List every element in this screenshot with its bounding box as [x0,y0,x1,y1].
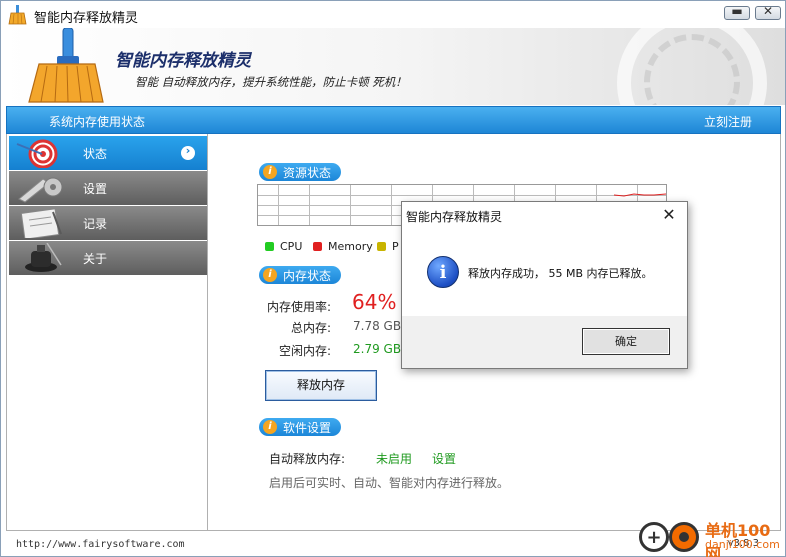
watermark-domain: danji100.com [705,538,780,551]
banner: 智能内存释放精灵 智能 自动释放内存，提升系统性能，防止卡顿 死机！ [1,28,785,105]
status-header: 系统内存使用状态 立刻注册 [6,106,781,134]
sidebar-item-label: 状态 [83,147,108,161]
sidebar-item-records[interactable]: 记录 [9,206,207,240]
target-icon [16,139,58,168]
software-section-header: i 软件设置 [259,418,342,436]
legend-item-memory: Memory [313,240,373,253]
usage-label: 内存使用率: [266,300,331,314]
dialog-body: i 释放内存成功， 55 MB 内存已释放。 [402,232,687,316]
software-section-title: 软件设置 [283,421,332,435]
memory-section-header: i 内存状态 [259,266,342,284]
free-label: 空闲内存: [278,344,331,358]
dialog-footer: 确定 [402,316,687,368]
auto-release-label: 自动释放内存: [269,452,346,466]
main-window: 智能内存释放精灵 ▬ ✕ 智能内存释放精灵 智能 自动释放内存，提升系统性能，防… [0,0,786,557]
info-icon: i [427,256,459,288]
sidebar-item-label: 设置 [83,182,108,196]
info-icon: i [263,268,277,282]
ok-button[interactable]: 确定 [582,328,670,355]
free-value: 2.79 GB [353,342,402,356]
broom-app-icon [8,5,27,25]
website-link[interactable]: http://www.fairysoftware.com [16,539,185,550]
sidebar-item-status[interactable]: 状态 › [9,136,207,170]
p-swatch [377,242,386,251]
dialog-close-button[interactable]: ✕ [659,205,679,225]
release-memory-button[interactable]: 释放内存 [265,370,377,401]
banner-subtitle: 智能 自动释放内存，提升系统性能，防止卡顿 死机！ [135,75,407,89]
resource-section-title: 资源状态 [283,166,332,180]
banner-title: 智能内存释放精灵 [115,51,251,71]
auto-release-state: 未启用 [376,452,413,466]
broom-logo-icon [28,28,104,103]
total-label: 总内存: [290,321,331,335]
dialog-message: 释放内存成功， 55 MB 内存已释放。 [468,267,653,280]
close-icon: ✕ [762,4,774,18]
legend-item-cpu: CPU [265,240,302,253]
dot-circle-icon [669,522,699,552]
ink-bottle-icon [25,243,62,272]
close-button[interactable]: ✕ [755,4,781,20]
memory-swatch [313,242,322,251]
info-icon: i [263,165,277,179]
register-link[interactable]: 立刻注册 [704,113,752,130]
watermark-text: 单机100网 [705,521,771,557]
wrench-icon [18,177,63,203]
auto-release-settings-link[interactable]: 设置 [432,450,456,467]
clipboard-icon [20,208,62,238]
resource-section-header: i 资源状态 [259,163,342,181]
title-bar: 智能内存释放精灵 ▬ ✕ [1,1,785,28]
minimize-button[interactable]: ▬ [724,4,750,20]
chevron-right-icon: › [181,144,195,160]
watermark-logo: + 单机100网 danji100.com [639,514,785,557]
window-title: 智能内存释放精灵 [34,11,139,26]
total-value: 7.78 GB [353,319,402,333]
cpu-swatch [265,242,274,251]
dialog-title: 智能内存释放精灵 [406,210,503,224]
info-icon: i [263,420,277,434]
status-header-title: 系统内存使用状态 [49,115,146,129]
memory-section-title: 内存状态 [283,269,332,283]
legend-item-p: P [377,240,399,253]
plus-circle-icon: + [639,522,669,552]
sidebar: 状态 › 设置 记录 关于 [6,134,208,530]
sidebar-item-about[interactable]: 关于 [9,241,207,275]
sidebar-item-label: 关于 [83,252,108,266]
message-dialog: 智能内存释放精灵 ✕ i 释放内存成功， 55 MB 内存已释放。 确定 [401,201,688,369]
minimize-icon: ▬ [731,4,743,18]
sidebar-item-label: 记录 [83,217,108,231]
usage-value: 64% [352,290,397,314]
auto-release-description: 启用后可实时、自动、智能对内存进行释放。 [269,476,510,490]
sidebar-item-settings[interactable]: 设置 [9,171,207,205]
